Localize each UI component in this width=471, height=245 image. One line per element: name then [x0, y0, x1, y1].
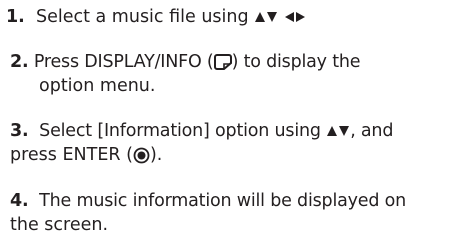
- arrow-down-icon: [338, 125, 350, 137]
- enter-icon: [133, 147, 150, 164]
- step-text: ).: [149, 145, 163, 165]
- step-text: , and: [350, 121, 394, 141]
- step-text: Select [Information] option using: [39, 121, 327, 141]
- arrow-up-icon: [254, 11, 266, 23]
- step-text: Press DISPLAY/INFO (: [33, 52, 214, 72]
- arrow-down-icon: [266, 11, 278, 23]
- step-2: 2. Press DISPLAY/INFO () to display the …: [0, 50, 471, 98]
- step-text: The music information will be displayed …: [39, 191, 407, 211]
- arrow-right-icon: [295, 11, 306, 23]
- display-info-icon: [213, 53, 232, 71]
- arrow-left-icon: [284, 11, 295, 23]
- arrow-up-icon: [326, 125, 338, 137]
- step-number: 4.: [10, 191, 29, 211]
- step-number: 3.: [10, 121, 29, 141]
- step-text: ) to display the: [231, 52, 361, 72]
- step-text: Select a music file using: [35, 7, 255, 27]
- step-text-continued: the screen.: [10, 215, 109, 235]
- step-number: 1.: [6, 7, 25, 27]
- step-1: 1. Select a music file using: [0, 5, 471, 29]
- step-number: 2.: [10, 52, 29, 72]
- step-4: 4. The music information will be display…: [0, 189, 471, 237]
- step-text-continued: option menu.: [39, 76, 156, 96]
- step-3: 3. Select [Information] option using , a…: [0, 119, 471, 167]
- step-text: press ENTER (: [10, 145, 133, 165]
